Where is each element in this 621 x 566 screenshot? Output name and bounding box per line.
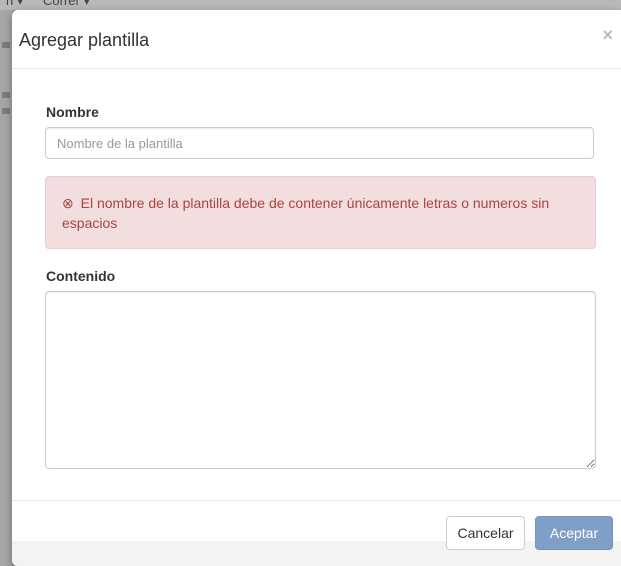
template-content-textarea[interactable] — [45, 291, 596, 469]
add-template-modal: Agregar plantilla × Nombre ⊗ El nombre d… — [12, 10, 621, 566]
cancel-button[interactable]: Cancelar — [446, 516, 525, 550]
background-menu-item: Correr ▾ — [43, 0, 90, 8]
error-alert: ⊗ El nombre de la plantilla debe de cont… — [45, 176, 596, 249]
background-artifact — [2, 42, 10, 48]
modal-footer: Cancelar Aceptar — [12, 500, 621, 566]
background-menu-item: n ▾ — [6, 0, 24, 8]
error-circle-icon: ⊗ — [62, 195, 74, 211]
accept-button[interactable]: Aceptar — [535, 516, 613, 550]
content-label: Contenido — [46, 268, 116, 284]
modal-title: Agregar plantilla — [19, 30, 150, 50]
close-icon[interactable]: × — [602, 26, 613, 44]
background-page-edge — [0, 10, 12, 566]
footer-shade — [12, 541, 621, 566]
background-page-header: n ▾ Correr ▾ — [0, 0, 621, 10]
background-artifact — [2, 108, 10, 114]
modal-header: Agregar plantilla × — [12, 10, 621, 69]
error-message: El nombre de la plantilla debe de conten… — [62, 195, 550, 231]
template-name-input[interactable] — [45, 127, 594, 159]
name-label: Nombre — [46, 104, 99, 120]
background-artifact — [2, 92, 10, 98]
background-menu: n ▾ Correr ▾ — [6, 0, 106, 9]
